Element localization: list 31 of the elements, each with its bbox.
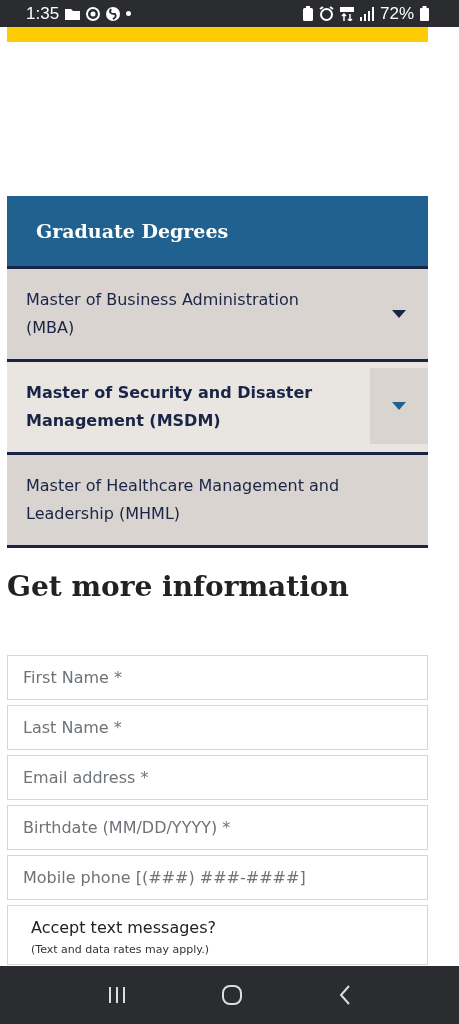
- battery-icon: [420, 6, 429, 21]
- recent-apps-icon: [107, 985, 128, 1005]
- battery-saver-icon: [302, 6, 313, 21]
- degree-label: Master of Business Administration (MBA): [26, 289, 300, 339]
- sms-question: Accept text messages?: [31, 918, 217, 937]
- caret-icon: [392, 310, 406, 318]
- input-field[interactable]: Birthdate (MM/DD/YYYY) *: [7, 805, 428, 850]
- degree-item[interactable]: Master of Healthcare Management and Leadership (MHML): [7, 455, 428, 548]
- input-field[interactable]: Mobile phone [(###) ###-####]: [7, 855, 428, 900]
- folder-icon: [65, 7, 81, 20]
- caret-icon: [392, 402, 406, 410]
- degree-item[interactable]: Master of Business Administration (MBA): [7, 269, 428, 362]
- back-icon: [337, 984, 352, 1006]
- swirl-icon: [106, 6, 121, 21]
- dot-icon: [126, 11, 132, 16]
- clock: 1:35: [26, 3, 60, 24]
- input-field[interactable]: Email address *: [7, 755, 428, 800]
- accordion-title: Graduate Degrees: [7, 196, 428, 269]
- input-field[interactable]: Last Name *: [7, 705, 428, 750]
- home-icon: [221, 984, 244, 1006]
- degree-item[interactable]: Master of Security and Disaster Management (MSDM): [7, 362, 428, 455]
- alarm-icon: [318, 6, 334, 21]
- input-field[interactable]: First Name *: [7, 655, 428, 700]
- degree-label: Master of Healthcare Management and Leadership (MHML): [26, 475, 341, 525]
- battery-percent: 72%: [379, 3, 414, 24]
- rates-note: (Text and data rates may apply.): [31, 943, 211, 956]
- section-heading: Get more information: [7, 570, 350, 603]
- browser-icon: [86, 6, 101, 21]
- degree-label: Master of Security and Disaster Management (MSDM): [26, 382, 314, 432]
- signal-icon: [359, 6, 374, 21]
- lte-icon: [339, 6, 354, 21]
